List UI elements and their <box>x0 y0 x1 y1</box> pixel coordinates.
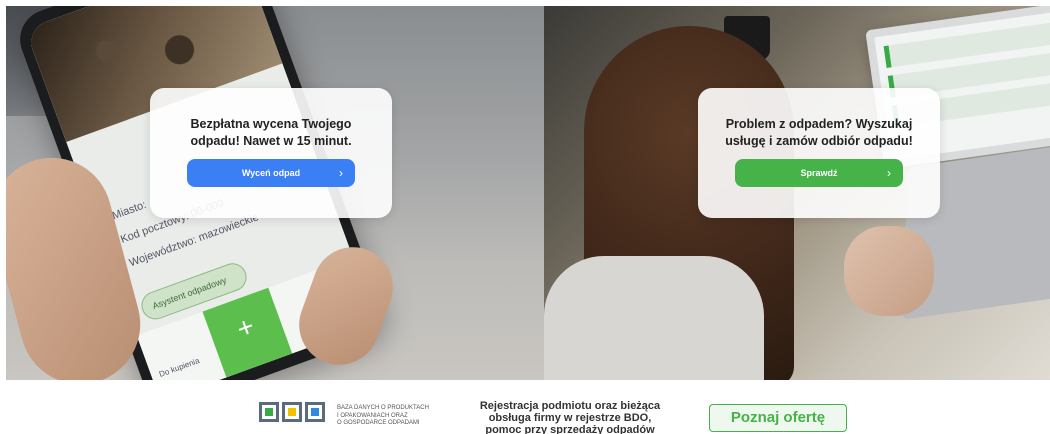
bdo-logo-text-line: O GOSPODARCE ODPADAMI <box>337 420 420 426</box>
chevron-right-icon: › <box>887 166 891 180</box>
phone-city-label: Miasto: <box>110 198 148 223</box>
bdo-logo-square-d <box>282 402 302 422</box>
bdo-logo-square-o <box>305 402 325 422</box>
bdo-logo-square-b <box>259 402 279 422</box>
bdo-logo[interactable] <box>259 402 325 422</box>
bdo-logo-text-line: I OPAKOWANIACH ORAZ <box>337 412 408 419</box>
hero-banner: Miasto: Kod pocztowy: 00-000 Województwo… <box>6 6 1050 380</box>
bdo-logo-text-line: BAZA DANYCH O PRODUKTACH <box>337 405 429 411</box>
hand-on-laptop-photo <box>844 226 934 316</box>
check-button[interactable]: Sprawdź › <box>735 159 903 187</box>
bdo-logo-text: BAZA DANYCH O PRODUKTACH I OPAKOWANIACH … <box>337 405 429 428</box>
phone-buy-label: Do kupienia <box>157 356 201 379</box>
see-offer-button[interactable]: Poznaj ofertę <box>709 404 847 432</box>
valuation-card-title: Bezpłatna wycena Twojego odpadu! Nawet w… <box>190 117 352 148</box>
valuation-button[interactable]: Wyceń odpad › <box>187 159 355 187</box>
woman-shirt-photo <box>544 256 764 380</box>
service-search-card: Problem z odpadem? Wyszukaj usługę i zam… <box>698 88 940 218</box>
chevron-right-icon: › <box>339 166 343 180</box>
check-button-label: Sprawdź <box>800 168 838 178</box>
service-search-card-title: Problem z odpadem? Wyszukaj usługę i zam… <box>725 117 913 148</box>
bdo-registration-text: Rejestracja podmiotu oraz bieżąca obsług… <box>479 400 661 434</box>
valuation-card: Bezpłatna wycena Twojego odpadu! Nawet w… <box>150 88 392 218</box>
bdo-promo-strip: BAZA DANYCH O PRODUKTACH I OPAKOWANIACH … <box>0 380 1050 434</box>
phone-add-tile: + <box>202 287 293 378</box>
valuation-button-label: Wyceń odpad <box>241 168 301 178</box>
